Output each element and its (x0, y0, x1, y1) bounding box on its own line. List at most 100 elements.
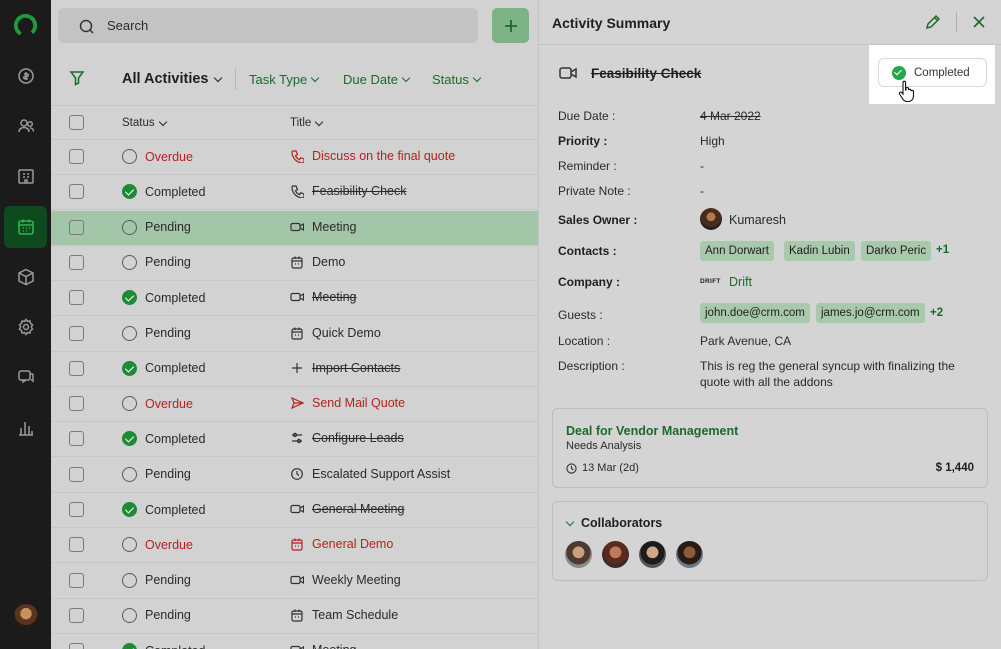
row-checkbox[interactable] (69, 502, 84, 517)
row-status[interactable]: Overdue (122, 396, 193, 412)
view-dropdown[interactable]: All Activities (122, 71, 222, 87)
row-status[interactable]: Completed (122, 643, 205, 649)
collaborator-avatar[interactable] (565, 541, 592, 568)
app-logo-icon[interactable] (12, 12, 39, 39)
table-row[interactable]: Overdue Send Mail Quote (51, 387, 538, 423)
row-checkbox[interactable] (69, 643, 84, 649)
company-name[interactable]: Drift (729, 275, 752, 289)
filter-icon[interactable] (69, 70, 85, 86)
row-checkbox[interactable] (69, 431, 84, 447)
task-type-filter[interactable]: Task Type (249, 72, 320, 87)
row-title[interactable]: Feasibility Check (290, 184, 406, 199)
table-row[interactable]: Completed Meeting (51, 281, 538, 317)
row-checkbox[interactable] (69, 254, 84, 270)
sales-owner-name[interactable]: Kumaresh (729, 213, 786, 227)
row-title[interactable]: General Demo (290, 537, 393, 551)
user-avatar[interactable] (14, 604, 38, 628)
row-title[interactable]: Configure Leads (290, 431, 404, 445)
collaborators-toggle[interactable]: Collaborators (565, 516, 662, 530)
row-title[interactable]: Meeting (290, 290, 356, 304)
row-checkbox[interactable] (69, 184, 84, 200)
row-status[interactable]: Pending (122, 219, 191, 235)
pencil-icon[interactable] (925, 14, 941, 30)
sidebar-item-reports[interactable] (4, 407, 47, 449)
row-title[interactable]: General Meeting (290, 502, 404, 516)
row-title[interactable]: Quick Demo (290, 326, 381, 340)
table-row[interactable]: Completed Feasibility Check (51, 175, 538, 211)
row-title[interactable]: Demo (290, 255, 345, 269)
table-row[interactable]: Pending Weekly Meeting (51, 564, 538, 599)
row-status[interactable]: Pending (122, 325, 191, 341)
row-title[interactable]: Meeting (290, 220, 356, 234)
sidebar-item-companies[interactable] (4, 155, 47, 197)
close-icon[interactable] (972, 15, 986, 29)
search-input[interactable]: Search (58, 8, 478, 43)
row-status-text: Pending (145, 255, 191, 270)
row-checkbox[interactable] (69, 360, 84, 376)
row-title[interactable]: Meeting (290, 643, 356, 649)
row-status[interactable]: Completed (122, 360, 205, 376)
add-activity-button[interactable] (492, 8, 529, 43)
sidebar-item-contacts[interactable] (4, 105, 47, 147)
table-row[interactable]: Pending Quick Demo (51, 317, 538, 352)
row-status[interactable]: Pending (122, 607, 191, 623)
contact-chip[interactable]: Darko Peric (861, 241, 932, 261)
table-row[interactable]: Completed General Meeting (51, 493, 538, 528)
table-row[interactable]: Pending Team Schedule (51, 599, 538, 634)
guests-more-count[interactable]: +2 (930, 307, 943, 319)
select-all-checkbox[interactable] (69, 115, 84, 130)
row-title[interactable]: Send Mail Quote (290, 396, 405, 410)
contact-chip[interactable]: Kadin Lubin (784, 241, 855, 261)
table-row[interactable]: Pending Meeting (51, 210, 538, 246)
deal-title[interactable]: Deal for Vendor Management (566, 424, 738, 438)
table-row[interactable]: Pending Demo (51, 246, 538, 281)
guest-chip[interactable]: john.doe@crm.com (700, 303, 810, 323)
table-row[interactable]: Completed Configure Leads (51, 422, 538, 458)
sidebar-item-products[interactable] (4, 256, 47, 298)
row-checkbox[interactable] (69, 396, 84, 412)
row-checkbox[interactable] (69, 572, 84, 588)
row-status[interactable]: Overdue (122, 537, 193, 553)
due-date-filter[interactable]: Due Date (343, 72, 411, 87)
collaborator-avatar[interactable] (676, 541, 703, 568)
collaborator-avatar[interactable] (639, 541, 666, 568)
table-row[interactable]: Pending Escalated Support Assist (51, 458, 538, 493)
row-title[interactable]: Escalated Support Assist (290, 467, 450, 481)
sidebar-item-settings[interactable] (4, 306, 47, 348)
status-column-header[interactable]: Status (122, 117, 167, 129)
row-title[interactable]: Weekly Meeting (290, 573, 401, 587)
row-status[interactable]: Overdue (122, 149, 193, 164)
row-checkbox[interactable] (69, 325, 84, 341)
row-title[interactable]: Discuss on the final quote (290, 149, 455, 163)
status-filter[interactable]: Status (432, 72, 482, 87)
row-status[interactable]: Completed (122, 184, 205, 200)
row-status[interactable]: Completed (122, 431, 205, 447)
contact-chip[interactable]: Ann Dorwart (700, 241, 774, 261)
row-checkbox[interactable] (69, 290, 84, 306)
sidebar-item-activities[interactable] (4, 206, 47, 248)
table-row[interactable]: Overdue Discuss on the final quote (51, 140, 538, 175)
row-checkbox[interactable] (69, 537, 84, 553)
row-status[interactable]: Pending (122, 254, 191, 270)
row-checkbox[interactable] (69, 149, 84, 164)
table-row[interactable]: Completed Import Contacts (51, 352, 538, 387)
row-status[interactable]: Completed (122, 290, 205, 306)
sidebar-item-deals[interactable] (4, 55, 47, 97)
guest-chip[interactable]: james.jo@crm.com (816, 303, 925, 323)
row-status[interactable]: Pending (122, 572, 191, 588)
contacts-more-count[interactable]: +1 (936, 244, 949, 256)
row-status[interactable]: Pending (122, 466, 191, 482)
row-title[interactable]: Import Contacts (290, 361, 400, 375)
row-checkbox[interactable] (69, 607, 84, 623)
completed-status-button[interactable]: Completed (878, 58, 987, 87)
row-title[interactable]: Team Schedule (290, 608, 398, 622)
sidebar-item-messages[interactable] (4, 356, 47, 398)
deal-card[interactable]: Deal for Vendor Management Needs Analysi… (552, 408, 988, 488)
row-checkbox[interactable] (69, 466, 84, 482)
collaborator-avatar[interactable] (602, 541, 629, 568)
title-column-header[interactable]: Title (290, 117, 324, 129)
table-row[interactable]: Overdue General Demo (51, 528, 538, 564)
row-checkbox[interactable] (69, 219, 84, 235)
table-row[interactable]: Completed Meeting (51, 634, 538, 649)
row-status[interactable]: Completed (122, 502, 205, 517)
